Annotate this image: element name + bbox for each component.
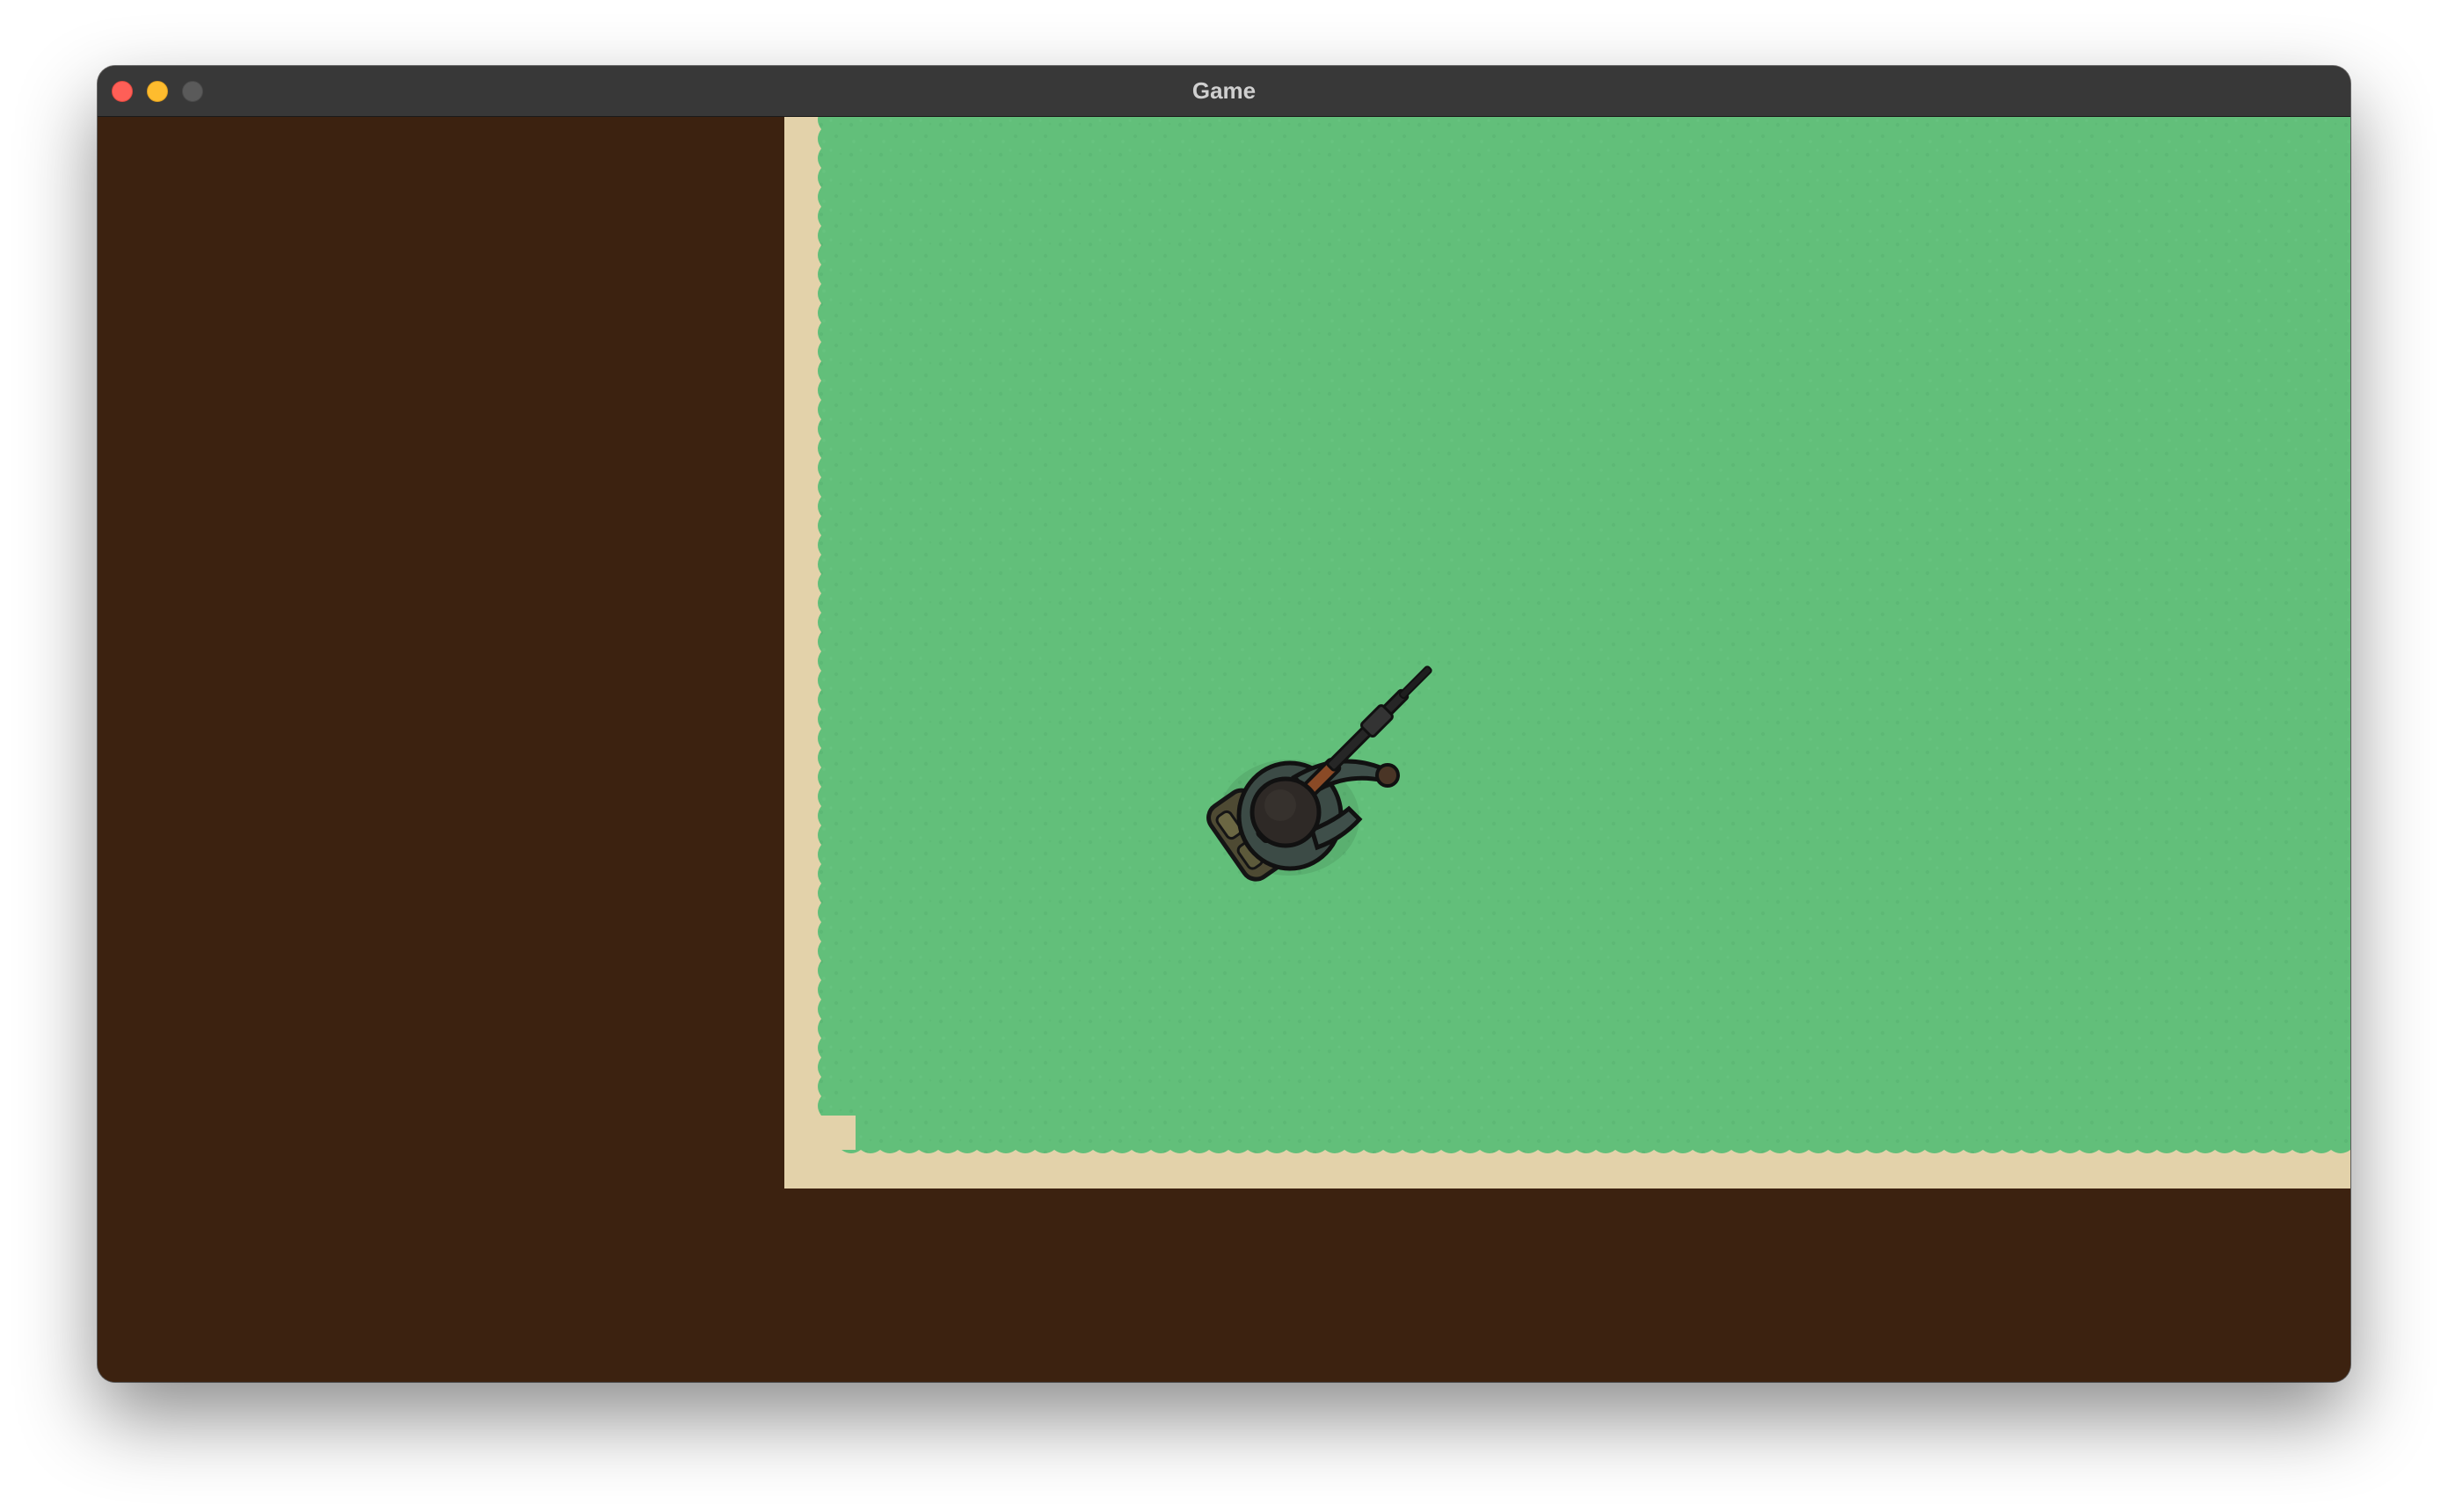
window-title: Game (1191, 77, 1257, 104)
grass-field (818, 117, 2350, 1153)
game-window: Game (98, 66, 2350, 1382)
left-hand (1375, 763, 1400, 788)
desktop: Game (0, 0, 2448, 1512)
game-map (784, 117, 2350, 1189)
game-viewport[interactable] (98, 117, 2350, 1382)
title-bar[interactable]: Game (98, 66, 2350, 117)
